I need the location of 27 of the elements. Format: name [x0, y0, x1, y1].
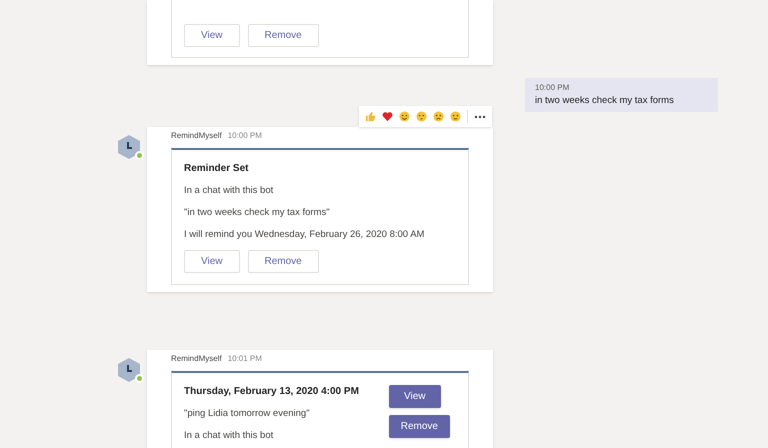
message-time: 10:00 PM	[535, 82, 570, 94]
message-time: 10:01 PM	[228, 353, 262, 365]
sender-name: RemindMyself	[171, 353, 222, 365]
sad-face-icon[interactable]	[433, 111, 444, 122]
card-text: "ping Lidia tomorrow evening"	[184, 407, 311, 421]
primary-button[interactable]: View	[388, 385, 441, 408]
heart-icon[interactable]	[382, 111, 393, 122]
message-time: 10:00 PM	[228, 130, 262, 142]
message-text: in two weeks check my tax forms	[535, 94, 675, 108]
surprised-face-icon[interactable]	[416, 111, 427, 122]
sender-name: RemindMyself	[171, 130, 222, 142]
bot-avatar-icon	[116, 357, 142, 383]
secondary-button[interactable]: Remove	[248, 24, 319, 47]
card-text: In a chat with this bot	[184, 429, 274, 443]
secondary-button[interactable]: View	[184, 24, 240, 47]
card-title: Thursday, February 13, 2020 4:00 PM	[184, 385, 359, 399]
card-title: Reminder Set	[184, 162, 250, 176]
card-text: "in two weeks check my tax forms"	[184, 206, 331, 220]
primary-button[interactable]: Remove	[388, 415, 450, 438]
thumbs-up-icon[interactable]	[365, 111, 376, 122]
secondary-button[interactable]: View	[184, 250, 240, 273]
more-options-icon[interactable]	[474, 114, 486, 118]
card-text: I will remind you Wednesday, February 26, 2020 8:00 AM	[184, 228, 426, 242]
secondary-button[interactable]: Remove	[248, 250, 319, 273]
laughing-face-icon[interactable]	[399, 111, 410, 122]
card-text: In a chat with this bot	[184, 184, 274, 198]
bot-avatar-icon	[116, 134, 142, 160]
